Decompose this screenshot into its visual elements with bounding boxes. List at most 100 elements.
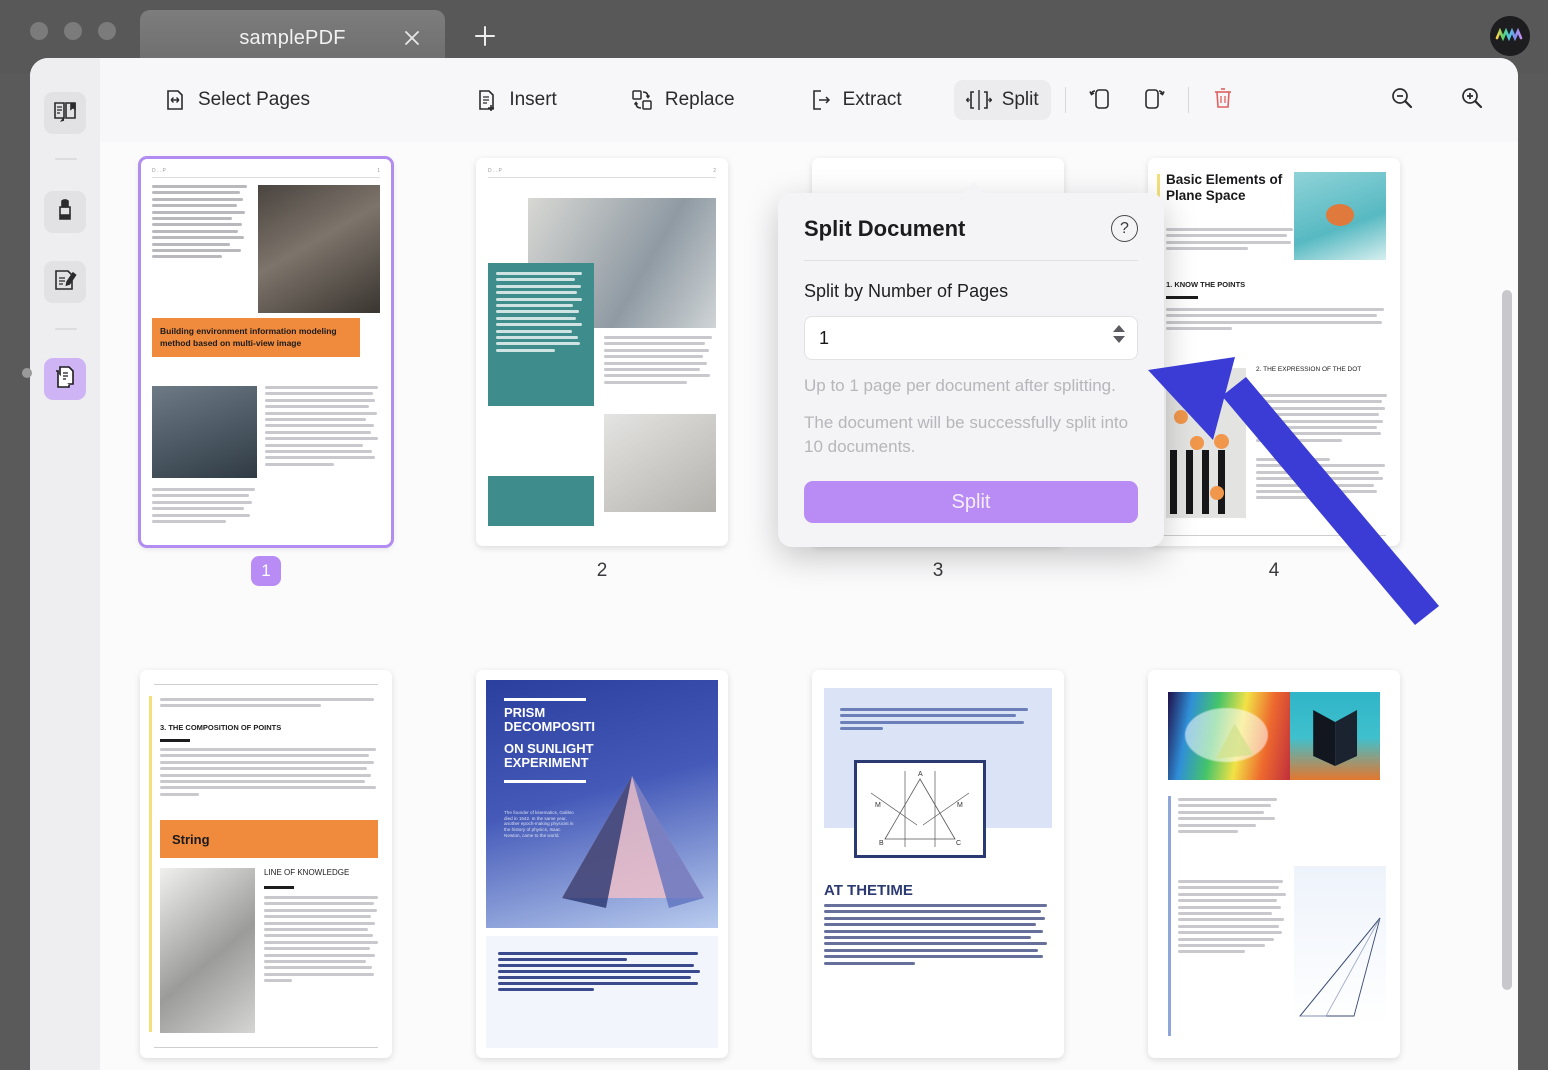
page-toolbar: Select Pages Insert Replace Extract Spli… (100, 58, 1518, 142)
page-title: Basic Elements of Plane Space (1166, 172, 1283, 204)
help-label: ? (1120, 219, 1129, 237)
split-pages-input[interactable]: 1 (804, 316, 1138, 360)
split-document-dialog[interactable]: Split Document ? Split by Number of Page… (778, 182, 1164, 547)
scrollbar-thumb[interactable] (1502, 290, 1512, 990)
vertical-scrollbar[interactable] (1502, 238, 1512, 1070)
page-running-head: D . . P 1 (152, 168, 380, 178)
page-accent-bar (149, 696, 152, 1032)
insert-button[interactable]: Insert (461, 80, 569, 120)
close-window-button[interactable] (30, 22, 48, 40)
page-image-2 (1166, 368, 1246, 518)
running-head-right: 1 (377, 168, 380, 174)
hero-title-2: DECOMPOSITI (504, 719, 596, 735)
minimize-window-button[interactable] (64, 22, 82, 40)
close-icon[interactable] (401, 27, 423, 49)
dialog-title: Split Document (804, 215, 966, 241)
split-pages-value: 1 (819, 327, 830, 348)
select-pages-icon (162, 87, 188, 113)
page-thumbnail[interactable]: D . . P 2 (476, 158, 728, 546)
running-head-left: D . . P (488, 168, 502, 174)
extract-button[interactable]: Extract (795, 80, 914, 120)
split-pages-stepper[interactable] (1113, 325, 1125, 343)
help-question-icon[interactable]: ? (1111, 215, 1138, 242)
page-item-5[interactable]: 3. THE COMPOSITION OF POINTS String LINE… (140, 670, 392, 1070)
select-pages-label: Select Pages (198, 89, 310, 110)
sidebar-item-organize-pages[interactable] (44, 358, 86, 400)
page-item-7[interactable]: A B C M M AT THETIME (812, 670, 1064, 1070)
page-image (160, 868, 255, 1033)
split-hint-primary: Up to 1 page per document after splittin… (804, 376, 1116, 395)
page-hero-image: PRISM DECOMPOSITI ON SUNLIGHT EXPERIMENT… (486, 680, 718, 928)
page-number-label: 4 (1268, 560, 1280, 581)
delete-pages-button[interactable] (1203, 80, 1243, 120)
sidebar-collapse-handle[interactable] (22, 368, 32, 378)
zoom-in-icon (1459, 85, 1485, 116)
extract-label: Extract (842, 89, 902, 110)
page-item-2[interactable]: D . . P 2 2 (476, 158, 728, 586)
split-submit-button[interactable]: Split (804, 481, 1138, 523)
page-thumbnail[interactable]: 3. THE COMPOSITION OF POINTS String LINE… (140, 670, 392, 1058)
app-root: samplePDF Select Pages Insert Replace Ex… (0, 0, 1548, 1070)
page-image (1294, 172, 1386, 260)
page-item-8[interactable]: 8 (1148, 670, 1400, 1070)
svg-text:B: B (879, 840, 884, 847)
page-color-block (488, 476, 594, 526)
page-images (1168, 692, 1380, 780)
page-image-2 (152, 386, 257, 478)
running-head-right: 2 (713, 168, 716, 174)
select-pages-button[interactable]: Select Pages (150, 80, 322, 120)
sidebar-item-reader[interactable] (44, 92, 86, 134)
page-number-badge: 1 (251, 556, 281, 586)
extract-page-icon (807, 87, 833, 113)
sidebar-item-edit[interactable] (44, 261, 86, 303)
toolbar-divider-1 (1064, 87, 1066, 113)
zoom-out-icon (1389, 85, 1415, 116)
page-image-2 (604, 414, 716, 512)
page-accent-bar (1168, 796, 1171, 1036)
page-thumbnail[interactable]: D . . P 1 Building environment informati… (138, 156, 394, 548)
replace-label: Replace (664, 89, 735, 110)
reader-book-icon (52, 98, 78, 129)
rotate-right-icon (1140, 85, 1168, 116)
page-item-1[interactable]: D . . P 1 Building environment informati… (138, 156, 394, 586)
chevron-up-icon[interactable] (1113, 325, 1125, 332)
rotate-left-button[interactable] (1080, 80, 1120, 120)
page-thumbnail[interactable]: Basic Elements of Plane Space 1. KNOW TH… (1148, 158, 1400, 546)
chevron-down-icon[interactable] (1113, 336, 1125, 343)
sidebar-item-highlight[interactable] (44, 191, 86, 233)
dialog-divider (804, 260, 1138, 261)
document-tab-label: samplePDF (239, 26, 346, 49)
page-section-heading: 3. THE COMPOSITION OF POINTS (160, 723, 282, 732)
page-thumbnail[interactable]: PRISM DECOMPOSITI ON SUNLIGHT EXPERIMENT… (476, 670, 728, 1058)
zoom-in-button[interactable] (1452, 80, 1492, 120)
split-field-label: Split by Number of Pages (804, 281, 1009, 301)
page-thumbnail[interactable]: A B C M M AT THETIME (812, 670, 1064, 1058)
zoom-out-button[interactable] (1382, 80, 1422, 120)
replace-button[interactable]: Replace (617, 80, 747, 120)
page-number-label: 3 (932, 560, 944, 581)
plus-icon[interactable] (472, 23, 498, 49)
replace-page-icon (629, 87, 655, 113)
maximize-window-button[interactable] (98, 22, 116, 40)
page-thumbnail[interactable] (1148, 670, 1400, 1058)
split-button[interactable]: Split (953, 80, 1051, 120)
app-window: Select Pages Insert Replace Extract Spli… (22, 58, 1518, 1070)
page-banner-title: Building environment information modelin… (152, 318, 360, 357)
toolbar-divider-2 (1187, 87, 1189, 113)
page-body-panel (486, 936, 718, 1048)
hero-title-1: PRISM (504, 705, 546, 720)
rotate-right-button[interactable] (1134, 80, 1174, 120)
page-section-heading-2: 2. THE EXPRESSION OF THE DOT (1256, 366, 1362, 373)
rotate-left-icon (1086, 85, 1114, 116)
svg-text:M: M (957, 802, 963, 809)
page-image (258, 185, 380, 313)
page-item-6[interactable]: PRISM DECOMPOSITI ON SUNLIGHT EXPERIMENT… (476, 670, 728, 1070)
page-item-4[interactable]: Basic Elements of Plane Space 1. KNOW TH… (1148, 158, 1400, 586)
split-page-icon (965, 87, 992, 113)
traffic-lights (30, 22, 116, 40)
split-hint-secondary: The document will be successfully split … (804, 412, 1129, 457)
user-avatar[interactable] (1490, 16, 1530, 56)
page-number-label: 2 (596, 560, 608, 581)
page-section-heading-1: 1. KNOW THE POINTS (1166, 280, 1246, 289)
dialog-header: Split Document ? (804, 215, 1138, 242)
